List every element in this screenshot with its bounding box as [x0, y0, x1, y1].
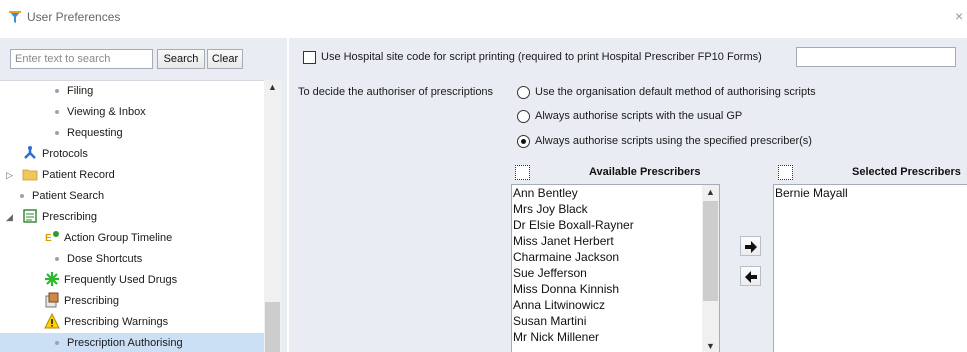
bullet-icon — [55, 341, 59, 346]
tree-item-prescribing-warnings[interactable]: Prescribing Warnings — [44, 312, 168, 333]
tree-scrollbar[interactable]: ▲ — [264, 80, 281, 352]
available-list-scrollbar[interactable]: ▲ ▼ — [702, 185, 719, 352]
list-item[interactable]: Mrs Joy Black — [512, 201, 719, 217]
navigation-panel: Search Clear Filing Viewing & Inbox Requ… — [0, 38, 287, 352]
close-icon[interactable]: × — [955, 8, 967, 24]
arrow-left-icon — [745, 271, 757, 283]
collapse-arrow-icon[interactable]: ◢ — [6, 212, 13, 223]
bullet-icon — [55, 131, 59, 136]
hospital-site-code-label: Use Hospital site code for script printi… — [321, 51, 762, 63]
list-item[interactable]: Susan Martini — [512, 313, 719, 329]
list-item[interactable]: Ann Bentley — [512, 185, 719, 201]
radio-organisation-default-label: Use the organisation default method of a… — [535, 86, 816, 98]
tree-item-viewing-inbox[interactable]: Viewing & Inbox — [55, 102, 146, 123]
tree-item-prescribing[interactable]: Prescribing — [22, 207, 97, 228]
star-icon — [45, 272, 59, 287]
radio-specified-prescribers-label: Always authorise scripts using the speci… — [535, 135, 812, 147]
scroll-thumb[interactable] — [265, 302, 280, 352]
tree-item-protocols[interactable]: Protocols — [22, 144, 88, 165]
available-prescribers-list[interactable]: Ann Bentley Mrs Joy Black Dr Elsie Boxal… — [511, 184, 720, 352]
scroll-up-icon[interactable]: ▲ — [702, 187, 719, 197]
prescribing-icon — [45, 292, 59, 308]
tree-item-filing[interactable]: Filing — [55, 81, 93, 102]
available-prescribers-heading: Available Prescribers — [589, 166, 701, 178]
selected-prescribers-list[interactable]: Bernie Mayall — [773, 184, 967, 352]
hospital-site-code-checkbox[interactable] — [303, 51, 316, 64]
list-item[interactable]: Miss Janet Herbert — [512, 233, 719, 249]
warning-icon — [44, 313, 60, 329]
list-item[interactable]: Anna Litwinowicz — [512, 297, 719, 313]
bullet-icon — [20, 194, 24, 199]
protocols-icon — [24, 146, 36, 159]
bullet-icon — [55, 257, 59, 262]
tree-item-action-group-timeline[interactable]: E Action Group Timeline — [44, 228, 172, 249]
radio-usual-gp-label: Always authorise scripts with the usual … — [535, 110, 743, 122]
folder-icon — [22, 169, 38, 181]
list-item[interactable]: Miss Donna Kinnish — [512, 281, 719, 297]
title-bar: User Preferences × — [0, 0, 967, 32]
select-all-selected-checkbox[interactable] — [778, 165, 793, 180]
list-item[interactable]: Charmaine Jackson — [512, 249, 719, 265]
tree-item-frequently-used-drugs[interactable]: Frequently Used Drugs — [44, 270, 177, 291]
add-prescriber-button[interactable] — [740, 236, 761, 256]
search-button[interactable]: Search — [157, 49, 205, 69]
tree-item-patient-record[interactable]: Patient Record — [22, 165, 115, 186]
scroll-thumb[interactable] — [703, 201, 718, 301]
authoriser-label: To decide the authoriser of prescription… — [298, 86, 494, 98]
tree-item-dose-shortcuts[interactable]: Dose Shortcuts — [55, 249, 142, 270]
select-all-available-checkbox[interactable] — [515, 165, 530, 180]
remove-prescriber-button[interactable] — [740, 266, 761, 286]
tree-item-patient-search[interactable]: Patient Search — [20, 186, 104, 207]
radio-usual-gp[interactable] — [517, 110, 530, 123]
search-input[interactable] — [10, 49, 153, 69]
window-title: User Preferences — [27, 10, 121, 24]
radio-specified-prescribers[interactable] — [517, 135, 530, 148]
scroll-up-icon[interactable]: ▲ — [264, 82, 281, 92]
tree-item-requesting[interactable]: Requesting — [55, 123, 123, 144]
settings-panel: Use Hospital site code for script printi… — [289, 38, 967, 352]
bullet-icon — [55, 110, 59, 115]
tree-item-prescribing-settings[interactable]: Prescribing — [44, 291, 119, 312]
arrow-right-icon — [745, 241, 757, 253]
list-item[interactable]: Dr Elsie Boxall-Rayner — [512, 217, 719, 233]
selected-prescribers-heading: Selected Prescribers — [852, 166, 961, 178]
bullet-icon — [55, 89, 59, 94]
list-item[interactable]: Mr Nick Millener — [512, 329, 719, 345]
filter-icon — [9, 11, 21, 23]
list-item[interactable]: Bernie Mayall — [774, 185, 967, 201]
expand-arrow-icon[interactable]: ▷ — [6, 170, 13, 181]
tree-item-prescription-authorising[interactable]: Prescription Authorising — [0, 333, 264, 352]
clear-button[interactable]: Clear — [207, 49, 243, 69]
timeline-icon: E — [45, 231, 59, 244]
list-item[interactable]: Sue Jefferson — [512, 265, 719, 281]
hospital-site-code-input[interactable] — [796, 47, 956, 67]
radio-organisation-default[interactable] — [517, 86, 530, 99]
prescribing-folder-icon — [23, 209, 37, 223]
svg-text:E: E — [45, 233, 52, 244]
preferences-tree: Filing Viewing & Inbox Requesting Protoc… — [0, 80, 266, 352]
scroll-down-icon[interactable]: ▼ — [702, 341, 719, 351]
